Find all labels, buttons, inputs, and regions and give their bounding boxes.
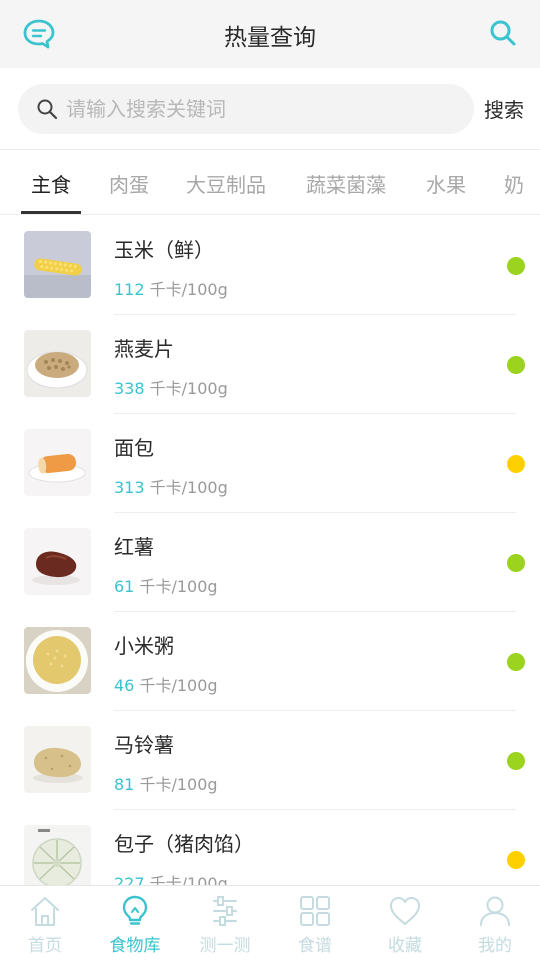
calorie-value: 227 (114, 874, 145, 885)
food-row[interactable]: 红薯 61 千卡/100g (0, 513, 540, 612)
calorie-value: 46 (114, 676, 135, 695)
food-name: 小米粥 (114, 634, 174, 658)
millet-porridge-icon (24, 627, 91, 694)
user-icon (480, 896, 510, 926)
calorie-unit: 千卡/100g (149, 379, 228, 398)
calorie-unit: 千卡/100g (139, 676, 218, 695)
food-row[interactable]: 马铃薯 81 千卡/100g (0, 711, 540, 810)
search-button[interactable]: 搜索 (484, 94, 524, 123)
sliders-icon (213, 896, 237, 926)
nav-label: 收藏 (388, 936, 422, 956)
bread-icon (24, 429, 91, 496)
page-title: 热量查询 (224, 25, 316, 51)
status-dot (507, 455, 525, 473)
calorie-unit: 千卡/100g (149, 280, 228, 299)
tab-meat-egg[interactable]: 肉蛋 (109, 169, 149, 198)
food-name: 包子（猪肉馅） (114, 832, 254, 856)
tab-dairy[interactable]: 奶 (504, 169, 524, 198)
food-calories: 81 千卡/100g (114, 771, 218, 795)
food-calories: 112 千卡/100g (114, 276, 228, 300)
calorie-value: 338 (114, 379, 145, 398)
nav-home[interactable]: 首页 (0, 886, 90, 960)
nav-label: 食物库 (109, 936, 161, 956)
nav-food-library[interactable]: 食物库 (90, 886, 180, 960)
status-dot (507, 257, 525, 275)
lightbulb-icon (122, 895, 148, 925)
food-name: 马铃薯 (114, 733, 174, 757)
food-row[interactable]: 面包 313 千卡/100g (0, 414, 540, 513)
status-dot (507, 554, 525, 572)
corn-icon (24, 231, 91, 298)
nav-label: 首页 (28, 936, 62, 956)
food-name: 红薯 (114, 535, 154, 559)
status-dot (507, 851, 525, 869)
food-name: 面包 (114, 436, 154, 460)
food-calories: 227 千卡/100g (114, 870, 228, 885)
magnifier-icon (37, 99, 58, 120)
grid-icon (300, 896, 330, 926)
calorie-unit: 千卡/100g (139, 775, 218, 794)
food-list: 玉米（鲜） 112 千卡/100g 燕麦片 338 千卡/100g 面包 313… (0, 216, 540, 885)
calorie-unit: 千卡/100g (139, 577, 218, 596)
nav-label: 食谱 (298, 936, 332, 956)
nav-test[interactable]: 测一测 (180, 886, 270, 960)
food-calories: 338 千卡/100g (114, 375, 228, 399)
nav-label: 我的 (478, 936, 512, 956)
calorie-value: 61 (114, 577, 135, 596)
nav-profile[interactable]: 我的 (450, 886, 540, 960)
bottom-nav: 首页 食物库 测一测 食谱 收藏 我的 (0, 885, 540, 960)
calorie-value: 313 (114, 478, 145, 497)
heart-icon (390, 897, 420, 925)
food-row[interactable]: 玉米（鲜） 112 千卡/100g (0, 216, 540, 315)
search-row: 搜索 (0, 68, 540, 150)
search-icon[interactable] (488, 18, 518, 48)
potato-icon (24, 726, 91, 793)
header-bar: 热量查询 (0, 0, 540, 68)
nav-favorites[interactable]: 收藏 (360, 886, 450, 960)
status-dot (507, 653, 525, 671)
status-dot (507, 752, 525, 770)
tab-staple[interactable]: 主食 (31, 169, 71, 198)
calorie-unit: 千卡/100g (149, 478, 228, 497)
tab-fruit[interactable]: 水果 (426, 169, 466, 198)
food-row[interactable]: 燕麦片 338 千卡/100g (0, 315, 540, 414)
oatmeal-icon (24, 330, 91, 397)
food-calories: 46 千卡/100g (114, 672, 218, 696)
food-name: 燕麦片 (114, 337, 174, 361)
tab-soy-products[interactable]: 大豆制品 (186, 169, 266, 198)
food-row[interactable]: 小米粥 46 千卡/100g (0, 612, 540, 711)
tab-vegetables[interactable]: 蔬菜菌藻 (306, 169, 386, 198)
search-box[interactable] (18, 84, 474, 134)
food-calories: 61 千卡/100g (114, 573, 218, 597)
sweet-potato-icon (24, 528, 91, 595)
active-tab-indicator (21, 211, 81, 214)
status-dot (507, 356, 525, 374)
nav-label: 测一测 (199, 936, 251, 956)
app-screen: 热量查询 搜索 主食 肉蛋 大豆制品 蔬菜菌藻 水果 奶 (0, 0, 540, 960)
category-tabs: 主食 肉蛋 大豆制品 蔬菜菌藻 水果 奶 (0, 151, 540, 215)
food-name: 玉米（鲜） (114, 238, 214, 262)
steamed-bun-icon (24, 825, 91, 885)
calorie-unit: 千卡/100g (149, 874, 228, 885)
calorie-value: 81 (114, 775, 135, 794)
home-icon (31, 897, 59, 926)
food-row[interactable]: 包子（猪肉馅） 227 千卡/100g (0, 810, 540, 885)
calorie-value: 112 (114, 280, 145, 299)
nav-recipes[interactable]: 食谱 (270, 886, 360, 960)
food-calories: 313 千卡/100g (114, 474, 228, 498)
search-input[interactable] (66, 92, 456, 126)
